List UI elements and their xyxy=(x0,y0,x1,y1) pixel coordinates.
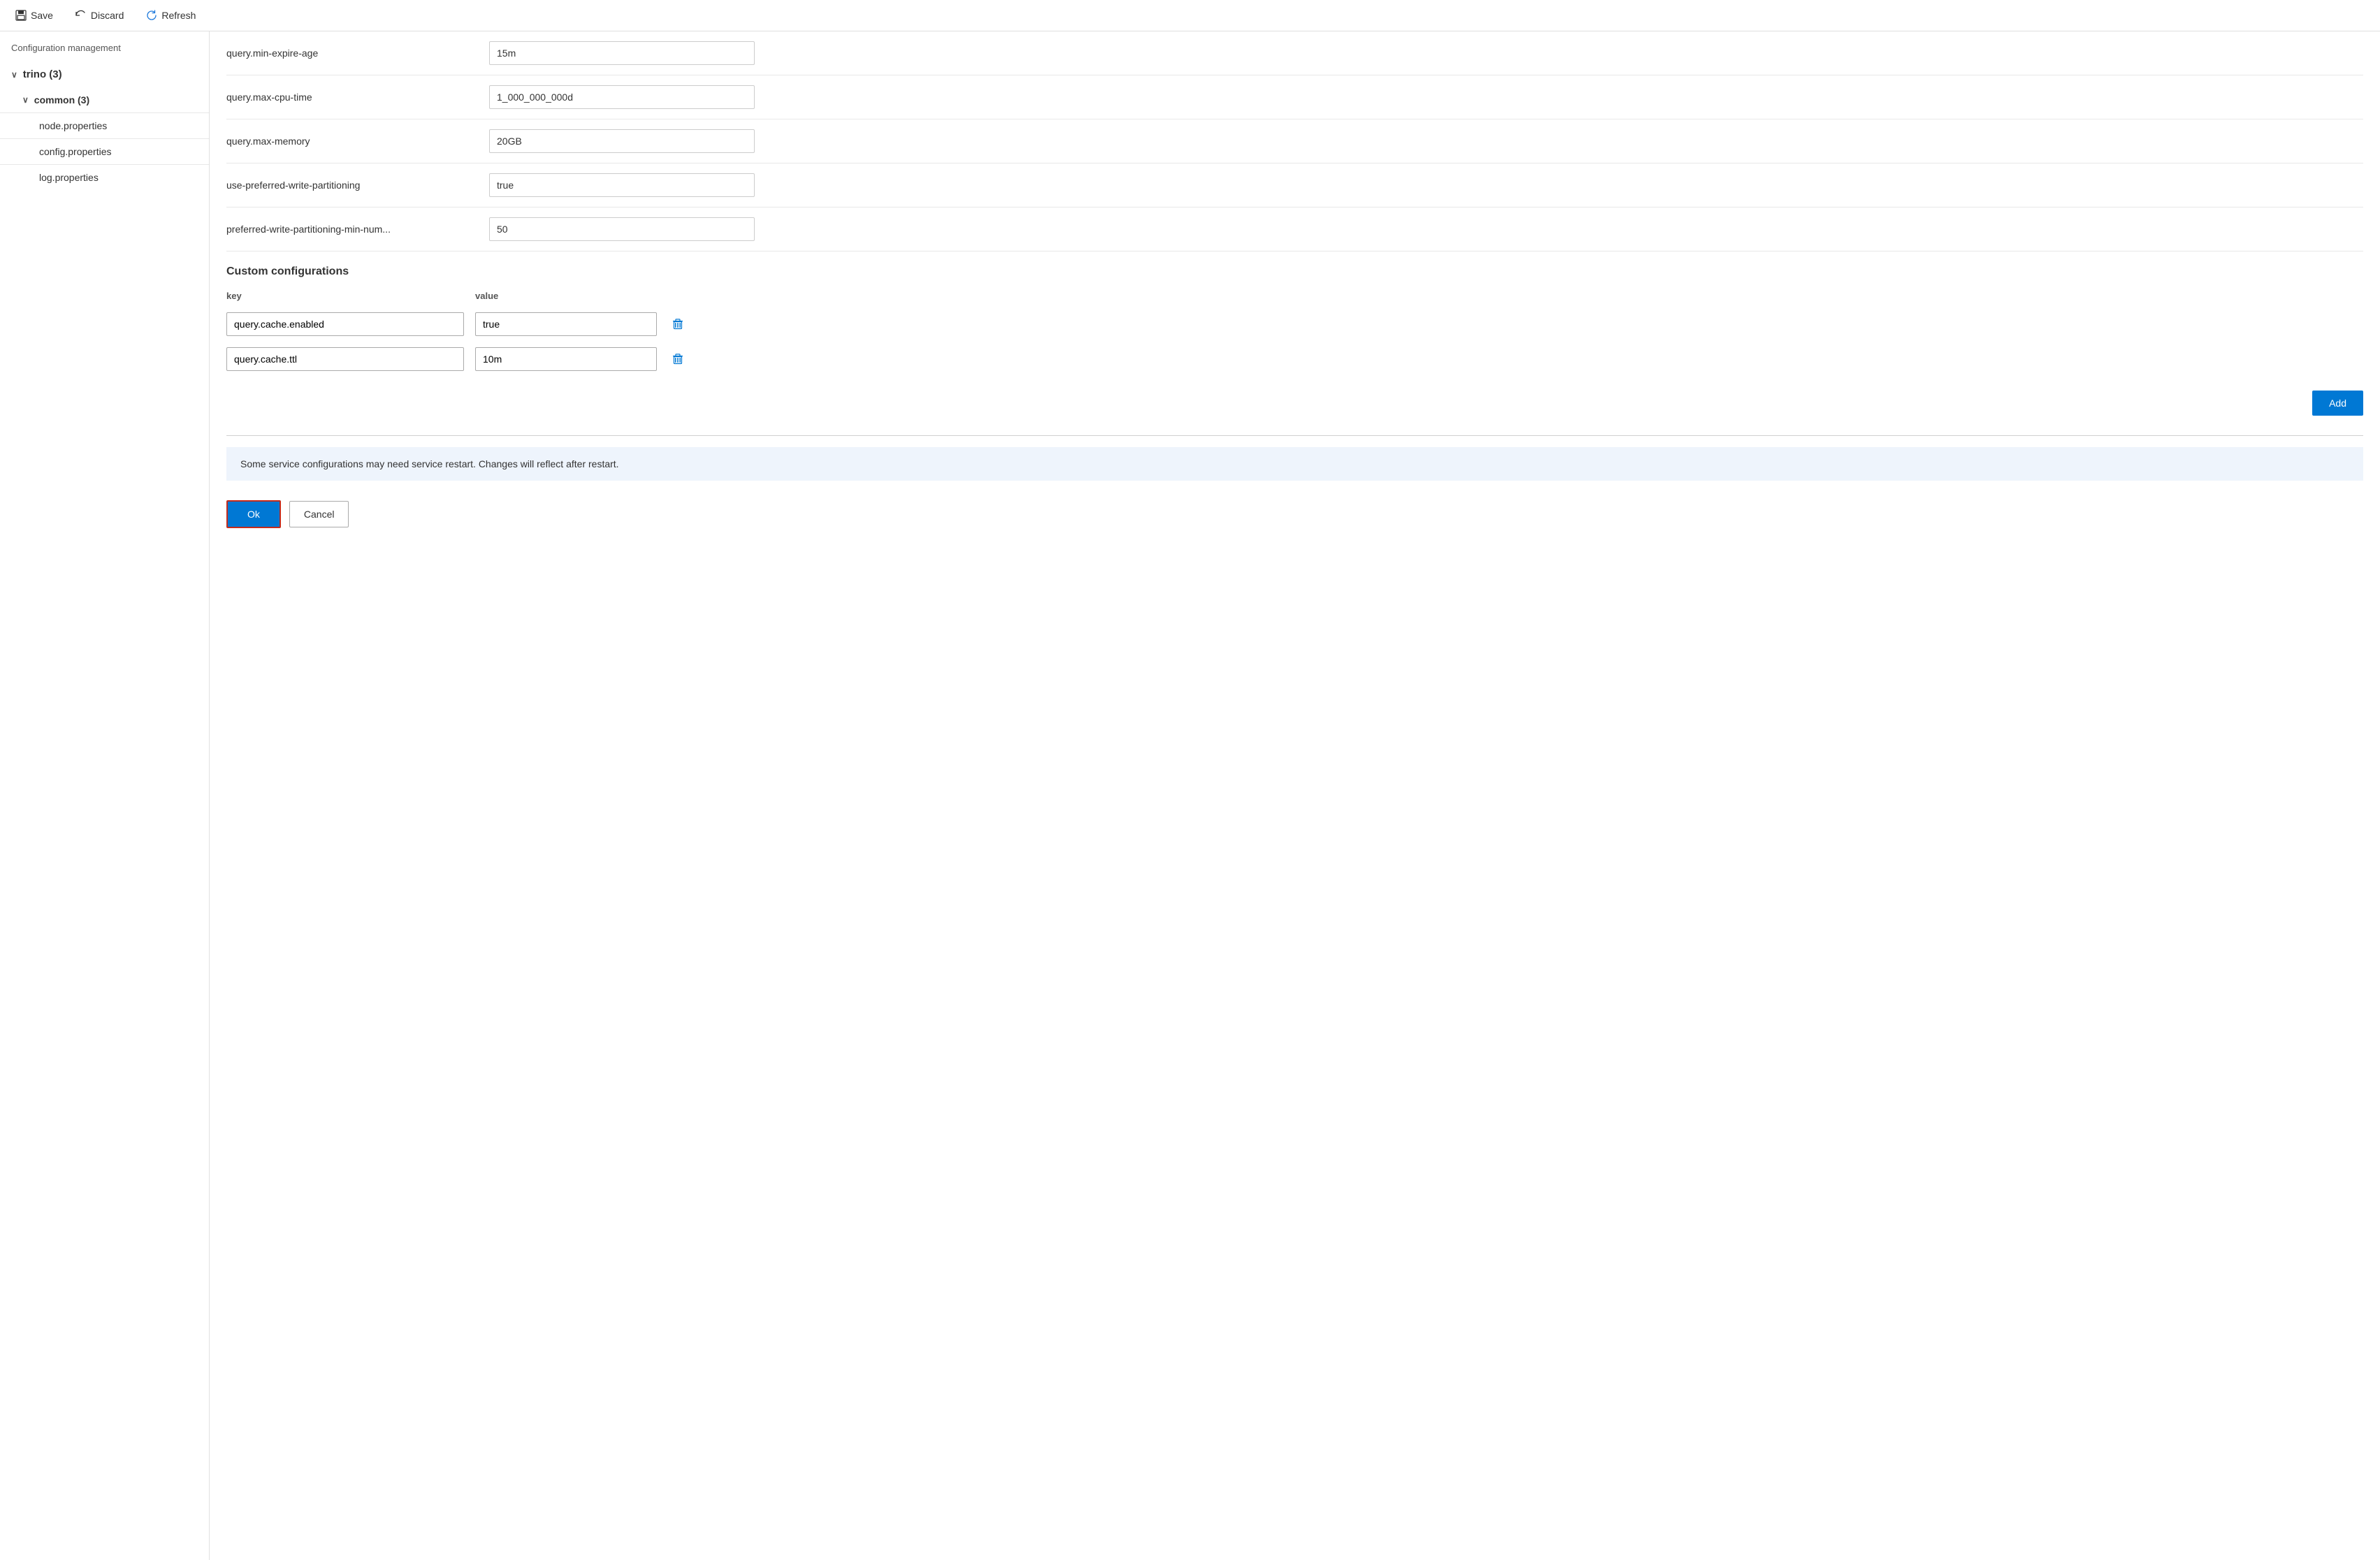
value-column-header: value xyxy=(475,291,2363,301)
sidebar-item-trino-label: trino (3) xyxy=(23,68,62,80)
dialog-buttons: Ok Cancel xyxy=(226,492,2363,545)
custom-key-input-1[interactable] xyxy=(226,312,464,336)
refresh-label: Refresh xyxy=(161,10,196,21)
custom-key-input-2[interactable] xyxy=(226,347,464,371)
save-icon xyxy=(15,10,27,21)
cancel-button[interactable]: Cancel xyxy=(289,501,349,527)
refresh-button[interactable]: Refresh xyxy=(142,7,200,24)
sidebar-item-node-properties-label: node.properties xyxy=(39,120,107,131)
refresh-icon xyxy=(146,10,157,21)
ok-button[interactable]: Ok xyxy=(226,500,281,528)
delete-row-1-button[interactable] xyxy=(668,314,688,334)
notice-text: Some service configurations may need ser… xyxy=(240,458,619,469)
add-button[interactable]: Add xyxy=(2312,391,2363,416)
section-divider xyxy=(226,435,2363,436)
config-row-write-partitioning: use-preferred-write-partitioning xyxy=(226,163,2363,207)
sidebar-item-trino[interactable]: ∨ trino (3) xyxy=(0,61,209,87)
sidebar-item-config-properties-label: config.properties xyxy=(39,146,112,157)
delete-row-2-button[interactable] xyxy=(668,349,688,369)
trash-icon-1 xyxy=(671,317,685,331)
sidebar-item-log-properties[interactable]: log.properties xyxy=(0,164,209,190)
discard-label: Discard xyxy=(91,10,124,21)
config-input-partitioning-min-num[interactable] xyxy=(489,217,755,241)
chevron-trino-icon: ∨ xyxy=(11,70,17,80)
config-label-write-partitioning: use-preferred-write-partitioning xyxy=(226,180,478,191)
sidebar-title: Configuration management xyxy=(0,43,209,61)
custom-config-header: key value xyxy=(226,285,2363,307)
discard-icon xyxy=(75,10,87,21)
config-label-max-memory: query.max-memory xyxy=(226,136,478,147)
config-row-max-cpu-time: query.max-cpu-time xyxy=(226,75,2363,119)
sidebar-item-common-label: common (3) xyxy=(34,94,89,105)
add-button-container: Add xyxy=(226,382,2363,424)
main-layout: Configuration management ∨ trino (3) ∨ c… xyxy=(0,31,2380,1560)
sidebar: Configuration management ∨ trino (3) ∨ c… xyxy=(0,31,210,1560)
config-input-max-cpu-time[interactable] xyxy=(489,85,755,109)
key-column-header: key xyxy=(226,291,464,301)
save-button[interactable]: Save xyxy=(11,7,57,24)
notice-box: Some service configurations may need ser… xyxy=(226,447,2363,481)
content-panel: query.min-expire-age query.max-cpu-time … xyxy=(210,31,2380,1560)
toolbar: Save Discard Refresh xyxy=(0,0,2380,31)
config-input-write-partitioning[interactable] xyxy=(489,173,755,197)
sidebar-item-common[interactable]: ∨ common (3) xyxy=(0,87,209,112)
config-row-partitioning-min-num: preferred-write-partitioning-min-num... xyxy=(226,207,2363,252)
sidebar-item-node-properties[interactable]: node.properties xyxy=(0,112,209,138)
discard-button[interactable]: Discard xyxy=(71,7,128,24)
config-label-min-expire-age: query.min-expire-age xyxy=(226,48,478,59)
config-row-max-memory: query.max-memory xyxy=(226,119,2363,163)
sidebar-item-config-properties[interactable]: config.properties xyxy=(0,138,209,164)
config-input-max-memory[interactable] xyxy=(489,129,755,153)
config-input-min-expire-age[interactable] xyxy=(489,41,755,65)
config-label-partitioning-min-num: preferred-write-partitioning-min-num... xyxy=(226,224,478,235)
config-row-min-expire-age: query.min-expire-age xyxy=(226,31,2363,75)
trash-icon-2 xyxy=(671,352,685,366)
chevron-common-icon: ∨ xyxy=(22,95,29,105)
save-label: Save xyxy=(31,10,53,21)
custom-val-input-2[interactable] xyxy=(475,347,657,371)
custom-config-row-2 xyxy=(226,342,2363,377)
sidebar-item-log-properties-label: log.properties xyxy=(39,172,99,183)
config-label-max-cpu-time: query.max-cpu-time xyxy=(226,92,478,103)
custom-config-row-1 xyxy=(226,307,2363,342)
custom-configs-title: Custom configurations xyxy=(226,252,2363,285)
custom-val-input-1[interactable] xyxy=(475,312,657,336)
